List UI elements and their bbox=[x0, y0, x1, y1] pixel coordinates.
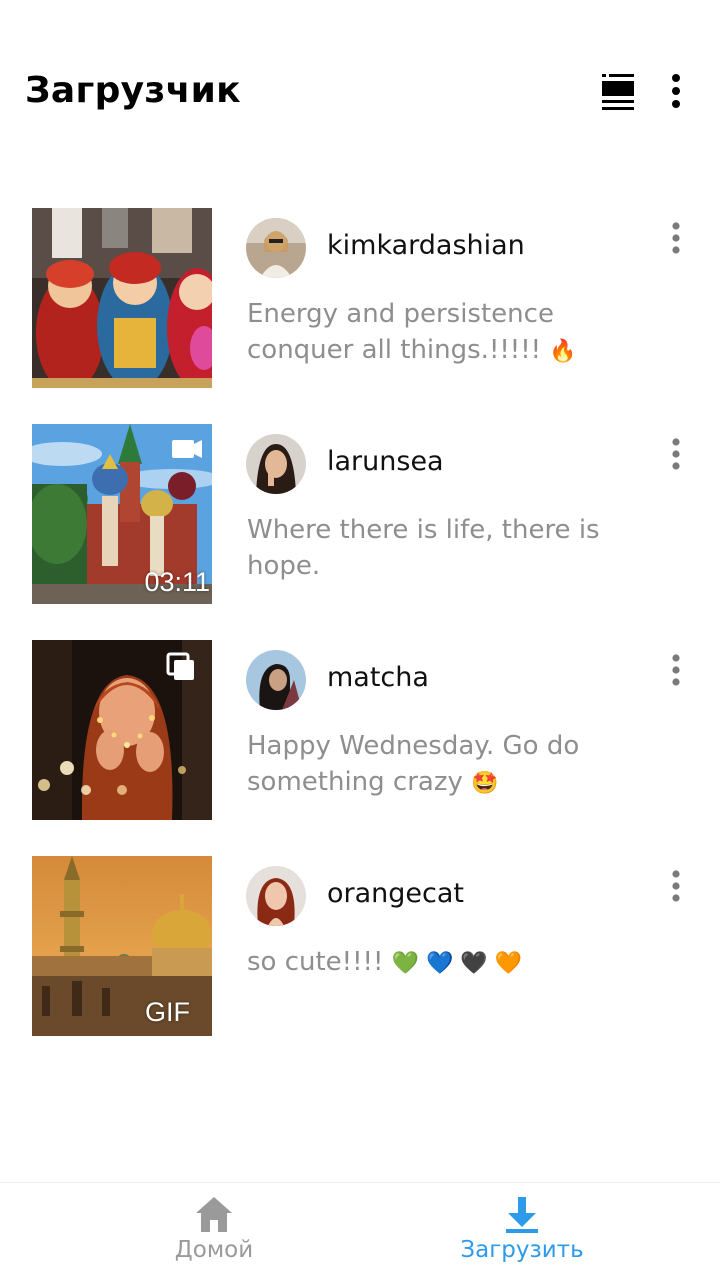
username[interactable]: orangecat bbox=[327, 878, 464, 909]
avatar[interactable] bbox=[246, 650, 306, 710]
more-options-icon[interactable] bbox=[656, 70, 696, 114]
caption-text: Energy and persistence conquer all thing… bbox=[247, 299, 554, 365]
list-view-icon[interactable] bbox=[596, 70, 640, 114]
username[interactable]: kimkardashian bbox=[327, 230, 525, 261]
avatar[interactable] bbox=[246, 218, 306, 278]
gif-badge: GIF bbox=[145, 997, 190, 1027]
nav-download-label: Загрузить bbox=[460, 1237, 584, 1263]
list-item[interactable]: 03:11 larunsea Where there is life, ther… bbox=[0, 424, 720, 640]
list-item[interactable]: GIF orangecat so cute!!!! 💚 💙 🖤 🧡 bbox=[0, 856, 720, 1072]
download-icon bbox=[502, 1195, 542, 1235]
avatar[interactable] bbox=[246, 434, 306, 494]
post-thumbnail[interactable] bbox=[32, 208, 212, 388]
more-options-icon[interactable] bbox=[660, 214, 692, 262]
caption-emoji: 💚 💙 🖤 🧡 bbox=[391, 951, 523, 976]
caption-text: Where there is life, there is hope. bbox=[247, 515, 600, 581]
more-options-icon[interactable] bbox=[660, 430, 692, 478]
video-duration: 03:11 bbox=[144, 567, 210, 597]
username[interactable]: matcha bbox=[327, 662, 429, 693]
top-app-bar: Загрузчик bbox=[0, 0, 720, 190]
home-icon bbox=[194, 1195, 234, 1235]
post-thumbnail[interactable]: 03:11 bbox=[32, 424, 212, 604]
list-item[interactable]: matcha Happy Wednesday. Go do something … bbox=[0, 640, 720, 856]
bottom-navigation: Домой Загрузить bbox=[0, 1182, 720, 1281]
username[interactable]: larunsea bbox=[327, 446, 444, 477]
caption-text: so cute!!!! bbox=[247, 947, 392, 977]
list-item[interactable]: kimkardashian Energy and persistence con… bbox=[0, 208, 720, 424]
post-caption: Happy Wednesday. Go do something crazy 🤩 bbox=[247, 728, 627, 802]
caption-text: Happy Wednesday. Go do something crazy bbox=[247, 731, 580, 797]
more-options-icon[interactable] bbox=[660, 646, 692, 694]
caption-emoji: 🤩 bbox=[471, 771, 499, 796]
post-caption: so cute!!!! 💚 💙 🖤 🧡 bbox=[247, 944, 627, 982]
more-options-icon[interactable] bbox=[660, 862, 692, 910]
post-caption: Energy and persistence conquer all thing… bbox=[247, 296, 627, 370]
avatar[interactable] bbox=[246, 866, 306, 926]
nav-download[interactable]: Загрузить bbox=[342, 1183, 702, 1281]
post-thumbnail[interactable]: GIF bbox=[32, 856, 212, 1036]
caption-emoji: 🔥 bbox=[549, 339, 577, 364]
post-caption: Where there is life, there is hope. bbox=[247, 512, 627, 584]
post-thumbnail[interactable] bbox=[32, 640, 212, 820]
nav-home[interactable]: Домой bbox=[34, 1183, 394, 1281]
downloads-list: kimkardashian Energy and persistence con… bbox=[0, 208, 720, 1072]
nav-home-label: Домой bbox=[174, 1237, 254, 1263]
app-title: Загрузчик bbox=[25, 70, 241, 111]
